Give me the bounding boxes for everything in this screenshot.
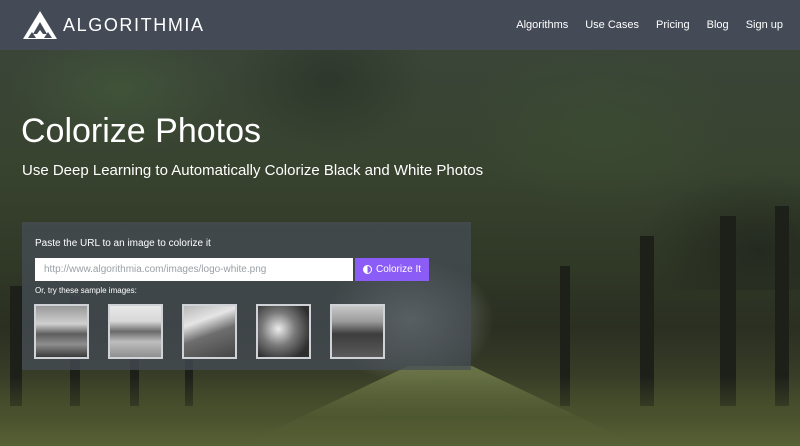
nav-pricing[interactable]: Pricing [656, 19, 690, 31]
nav-algorithms[interactable]: Algorithms [516, 19, 568, 31]
sample-image-mountain[interactable] [182, 304, 237, 359]
sample-image-beach[interactable] [34, 304, 89, 359]
url-label: Paste the URL to an image to colorize it [35, 238, 211, 249]
colorize-form-panel: Paste the URL to an image to colorize it… [22, 222, 471, 370]
triangle-logo-icon [23, 11, 57, 39]
half-circle-contrast-icon [362, 265, 372, 274]
main-menu: Algorithms Use Cases Pricing Blog Sign u… [516, 0, 800, 50]
nav-sign-up[interactable]: Sign up [746, 19, 783, 31]
brand-logo[interactable]: ALGORITHMIA [22, 10, 205, 40]
sample-images-label: Or, try these sample images: [35, 286, 137, 295]
colorize-button-label: Colorize It [375, 264, 421, 275]
sample-images-list [34, 304, 385, 359]
grass [0, 376, 800, 446]
page-title: Colorize Photos [21, 112, 262, 150]
page-subtitle: Use Deep Learning to Automatically Color… [22, 162, 484, 179]
nav-use-cases[interactable]: Use Cases [585, 19, 639, 31]
sample-image-cattle[interactable] [330, 304, 385, 359]
colorize-button[interactable]: Colorize It [355, 258, 429, 281]
sample-image-people[interactable] [256, 304, 311, 359]
brand-name: ALGORITHMIA [63, 14, 205, 35]
sample-image-race-car[interactable] [108, 304, 163, 359]
top-navbar: ALGORITHMIA Algorithms Use Cases Pricing… [0, 0, 800, 50]
nav-blog[interactable]: Blog [707, 19, 729, 31]
image-url-input[interactable] [35, 258, 353, 281]
